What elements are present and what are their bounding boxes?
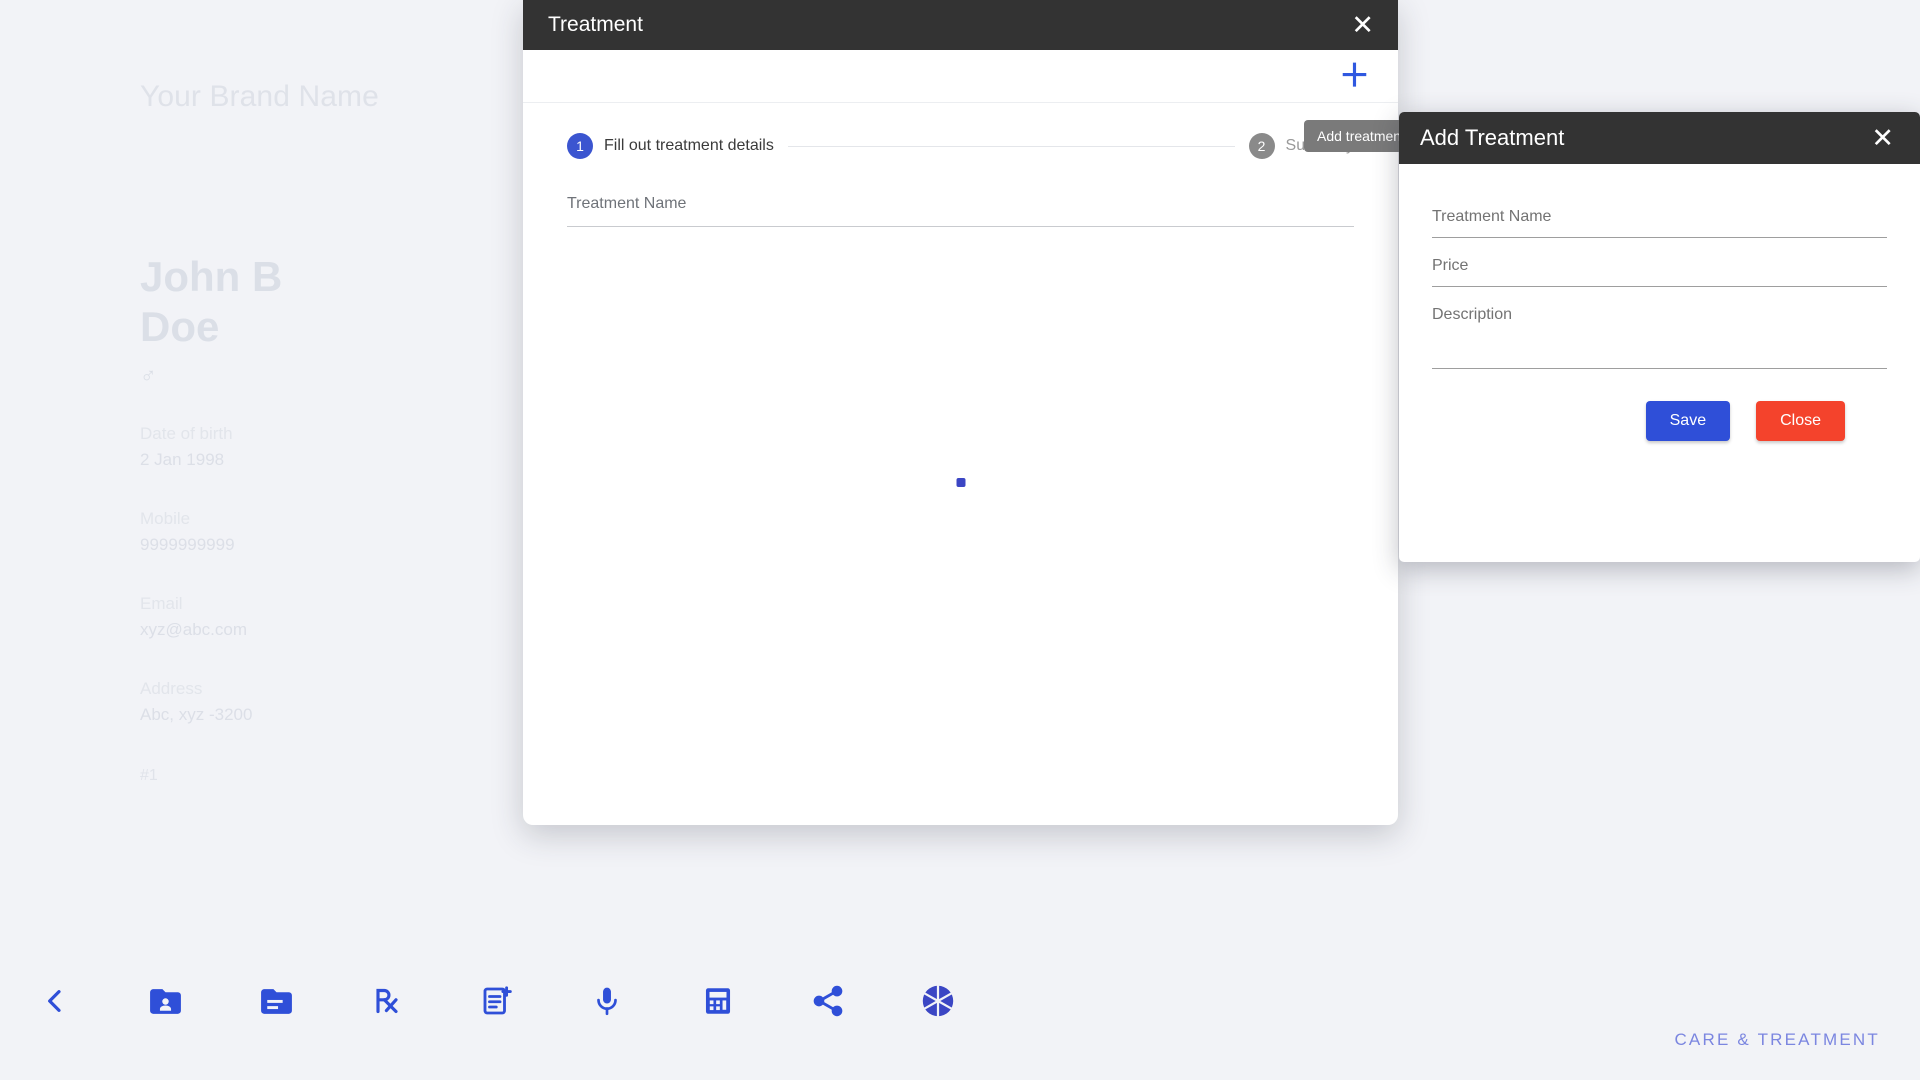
add-treatment-actions: Save Close <box>1432 369 1887 441</box>
add-treatment-dialog: Add Treatment ✕ Treatment Name Price Des… <box>1399 112 1920 562</box>
prescription-rx-icon[interactable] <box>356 970 418 1032</box>
step-number: 2 <box>1248 133 1275 159</box>
close-icon[interactable]: ✕ <box>1345 10 1380 41</box>
camera-aperture-icon[interactable] <box>907 970 969 1032</box>
treatment-modal-title: Treatment <box>548 13 643 36</box>
patient-folder-icon[interactable] <box>134 970 196 1032</box>
treatment-name-label: Treatment Name <box>567 195 687 212</box>
patient-info-panel: Your Brand Name John B Doe ♂ Date of bir… <box>0 0 520 1080</box>
patient-field-label: Address <box>140 679 203 699</box>
back-icon[interactable] <box>24 970 86 1032</box>
patient-field-value: Abc, xyz -3200 <box>140 704 253 724</box>
calculator-icon[interactable] <box>687 970 749 1032</box>
patient-field-value: xyz@abc.com <box>140 619 248 639</box>
patient-field-address: Address Abc, xyz -3200 <box>140 676 520 727</box>
records-folder-icon[interactable] <box>245 970 307 1032</box>
patient-id: #1 <box>140 767 158 785</box>
brand-name: Your Brand Name <box>140 80 379 113</box>
treatment-modal-titlebar: Treatment ✕ <box>523 0 1398 50</box>
add-treatment-title: Add Treatment <box>1420 125 1565 150</box>
step-number: 1 <box>567 133 593 159</box>
field-underline <box>1432 286 1887 287</box>
patient-field-mobile: Mobile 9999999999 <box>140 506 520 557</box>
patient-field-value: 2 Jan 1998 <box>140 449 225 469</box>
patient-field-email: Email xyz@abc.com <box>140 591 520 642</box>
treatment-stepper: 1 Fill out treatment details 2 Summary <box>523 103 1398 159</box>
cancel-button[interactable]: Close <box>1756 401 1845 441</box>
loading-indicator <box>956 478 965 487</box>
patient-field-label: Date of birth <box>140 424 233 444</box>
close-icon[interactable]: ✕ <box>1865 123 1900 154</box>
save-button[interactable]: Save <box>1645 401 1731 441</box>
new-note-icon[interactable] <box>466 970 528 1032</box>
footer-label: CARE & TREATMENT <box>1674 1030 1880 1049</box>
patient-name: John B Doe <box>140 253 283 350</box>
treatment-name-group: Treatment Name <box>523 159 1398 227</box>
microphone-icon[interactable] <box>576 970 638 1032</box>
description-field[interactable]: Description <box>1432 306 1887 369</box>
field-underline <box>1432 237 1887 238</box>
field-label: Treatment Name <box>1432 208 1552 225</box>
add-treatment-form: Treatment Name Price Description Save Cl… <box>1399 164 1920 441</box>
treatment-modal-toolbar: ＋ <box>523 50 1398 103</box>
patient-field-label: Email <box>140 594 183 614</box>
app-root: Your Brand Name John B Doe ♂ Date of bir… <box>0 0 1920 1080</box>
field-label: Price <box>1432 257 1469 274</box>
male-icon: ♂ <box>140 363 157 389</box>
step-label: Fill out treatment details <box>604 137 774 154</box>
patient-field-value: 9999999999 <box>140 534 235 554</box>
price-field[interactable]: Price <box>1432 257 1887 287</box>
treatment-modal: Treatment ✕ ＋ 1 Fill out treatment detai… <box>523 0 1398 825</box>
treatment-name-field[interactable]: Treatment Name <box>1432 208 1887 238</box>
treatment-name-input[interactable] <box>567 226 1354 227</box>
stepper-connector <box>787 145 1235 147</box>
stepper-step-1[interactable]: 1 Fill out treatment details <box>567 133 774 159</box>
add-treatment-titlebar: Add Treatment ✕ <box>1399 112 1920 164</box>
plus-icon[interactable]: ＋ <box>1339 61 1370 92</box>
patient-field-dob: Date of birth 2 Jan 1998 <box>140 421 520 472</box>
patient-field-label: Mobile <box>140 509 191 529</box>
share-icon[interactable] <box>797 970 859 1032</box>
bottom-toolbar: CARE & TREATMENT <box>0 920 1920 1080</box>
field-label: Description <box>1432 306 1513 323</box>
